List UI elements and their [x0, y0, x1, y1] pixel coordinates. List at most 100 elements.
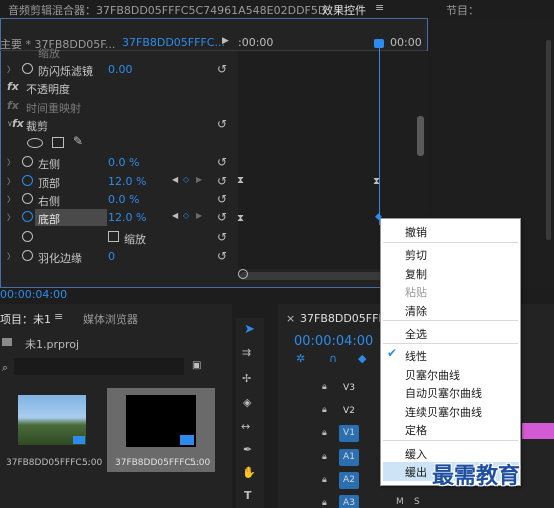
media-browser-tab[interactable]: 媒体浏览器	[83, 311, 138, 327]
stopwatch-icon[interactable]	[22, 156, 33, 167]
track-a2[interactable]: A2	[339, 472, 359, 489]
track-a1[interactable]: A1	[339, 449, 359, 466]
effects-controls-tab[interactable]: 效果控件	[322, 2, 366, 19]
fx-icon[interactable]: fx	[12, 117, 24, 130]
vertical-scrollbar[interactable]	[417, 116, 424, 156]
stopwatch-icon[interactable]	[22, 175, 33, 186]
reset-icon[interactable]: ↺	[217, 117, 227, 131]
zoom-handle-icon[interactable]	[238, 269, 248, 279]
chevron-right-icon[interactable]: 〉	[7, 176, 15, 187]
menu-item-undo[interactable]: 撤销	[405, 224, 427, 240]
pen-mask-icon[interactable]: ✎	[73, 134, 83, 148]
razor-tool-icon[interactable]: ◈	[243, 396, 251, 409]
chevron-right-icon[interactable]: 〉	[7, 212, 15, 223]
reset-icon[interactable]: ↺	[217, 249, 227, 263]
track-a3[interactable]: A3	[339, 495, 359, 508]
timeline-timecode[interactable]: 00:00:04:00	[294, 334, 373, 349]
project-tab[interactable]: 项目：未1	[0, 311, 51, 327]
zoom-checkbox[interactable]	[108, 231, 119, 242]
add-keyframe-icon[interactable]: ◇	[183, 175, 189, 184]
chevron-right-icon[interactable]: 〉	[7, 157, 15, 168]
menu-item-continuous-bezier[interactable]: 连续贝塞尔曲线	[405, 404, 482, 420]
reset-icon[interactable]: ↺	[217, 155, 227, 169]
clip-duration: 5:00	[82, 458, 103, 468]
project-menu-icon[interactable]: ≡	[54, 310, 63, 323]
track-lock-icon[interactable]: 🔒︎	[322, 498, 327, 508]
stopwatch-icon[interactable]	[22, 231, 33, 242]
panel-menu-icon[interactable]: ≡	[375, 1, 384, 14]
magnet-icon[interactable]: ∩	[329, 352, 337, 365]
menu-item-clear[interactable]: 清除	[405, 303, 427, 319]
fx-icon: fx	[7, 99, 19, 112]
selection-tool-icon[interactable]: ➤	[244, 322, 255, 337]
ripple-tool-icon[interactable]: ✢	[242, 372, 251, 385]
new-bin-icon[interactable]: ▣	[192, 360, 201, 371]
search-icon[interactable]: ⌕	[2, 361, 8, 375]
prev-keyframe-icon[interactable]: ◀	[172, 175, 178, 184]
ellipse-mask-icon[interactable]	[27, 138, 43, 148]
fx-icon[interactable]: fx	[7, 80, 19, 93]
menu-item-copy[interactable]: 复制	[405, 266, 427, 282]
stopwatch-icon[interactable]	[22, 211, 33, 222]
next-keyframe-icon[interactable]: ▶	[196, 175, 202, 184]
playhead-handle[interactable]	[374, 39, 384, 48]
track-v1[interactable]: V1	[339, 425, 359, 442]
menu-item-bezier[interactable]: 贝塞尔曲线	[405, 367, 460, 383]
menu-item-ease-in[interactable]: 缓入	[405, 446, 427, 462]
menu-item-paste[interactable]: 粘贴	[405, 284, 427, 300]
timeline-close-icon[interactable]: ×	[286, 312, 295, 325]
track-v3[interactable]: V3	[339, 380, 359, 397]
stopwatch-icon[interactable]	[22, 250, 33, 261]
track-lock-icon[interactable]: 🔒︎	[322, 382, 327, 392]
mute-button[interactable]: M	[396, 497, 404, 507]
track-v2[interactable]: V2	[339, 403, 359, 420]
track-lock-icon[interactable]: 🔒︎	[322, 428, 327, 438]
left-value[interactable]: 0.0 %	[108, 156, 139, 169]
chevron-right-icon[interactable]: 〉	[7, 194, 15, 205]
effects-timecode[interactable]: 00:00:04:00	[0, 288, 67, 301]
reset-icon[interactable]: ↺	[217, 210, 227, 224]
search-input[interactable]	[14, 358, 184, 375]
track-select-tool-icon[interactable]: ⇉	[242, 346, 251, 359]
monitor-scrollbar[interactable]	[546, 40, 551, 240]
track-lock-icon[interactable]: 🔒︎	[322, 475, 327, 485]
track-lock-icon[interactable]: 🔒︎	[322, 405, 327, 415]
top-row: 〉 顶部 12.0 % ◀ ◇ ▶ ↺	[0, 173, 238, 192]
reset-icon[interactable]: ↺	[217, 174, 227, 188]
reset-icon[interactable]: ↺	[217, 230, 227, 244]
pen-tool-icon[interactable]: ✒	[243, 443, 252, 456]
right-value[interactable]: 0.0 %	[108, 193, 139, 206]
menu-item-ease-out[interactable]: 缓出	[405, 464, 427, 480]
stopwatch-icon[interactable]	[22, 193, 33, 204]
rect-mask-icon[interactable]	[52, 137, 64, 148]
flicker-row: 〉 防闪烁滤镜 0.00 ↺	[0, 61, 238, 80]
track-lock-icon[interactable]: 🔒︎	[322, 452, 327, 462]
feather-label: 羽化边缘	[38, 252, 82, 265]
menu-item-auto-bezier[interactable]: 自动贝塞尔曲线	[405, 385, 482, 401]
linked-selection-icon[interactable]: ◆	[358, 352, 366, 365]
next-keyframe-icon[interactable]: ▶	[196, 211, 202, 220]
menu-item-hold[interactable]: 定格	[405, 422, 427, 438]
slip-tool-icon[interactable]: ↔	[241, 420, 250, 433]
chevron-right-icon[interactable]: 〉	[7, 64, 15, 75]
top-value[interactable]: 12.0 %	[108, 175, 146, 188]
hand-tool-icon[interactable]: ✋	[242, 466, 256, 479]
menu-item-linear[interactable]: 线性	[405, 348, 427, 364]
reset-icon[interactable]: ↺	[217, 62, 227, 76]
audio-mixer-tab[interactable]: 音频剪辑混合器：37FB8DD05FFFC5C74961A548E02DDF5D	[8, 2, 326, 18]
snap-icon[interactable]: ✲	[296, 352, 305, 365]
solo-button[interactable]: S	[414, 497, 420, 507]
prev-keyframe-icon[interactable]: ◀	[172, 211, 178, 220]
type-tool-icon[interactable]: T	[244, 489, 252, 502]
chevron-right-icon[interactable]: 〉	[7, 251, 15, 262]
clip-on-track[interactable]	[522, 423, 554, 439]
menu-item-select-all[interactable]: 全选	[405, 326, 427, 342]
feather-value[interactable]: 0	[108, 250, 115, 263]
add-keyframe-icon[interactable]: ◇	[183, 211, 189, 220]
keyframe-marker-icon[interactable]: ⧗	[373, 176, 380, 187]
menu-item-cut[interactable]: 剪切	[405, 247, 427, 263]
stopwatch-icon[interactable]	[22, 63, 33, 74]
bottom-value[interactable]: 12.0 %	[108, 211, 146, 224]
flicker-value[interactable]: 0.00	[108, 63, 133, 76]
reset-icon[interactable]: ↺	[217, 192, 227, 206]
